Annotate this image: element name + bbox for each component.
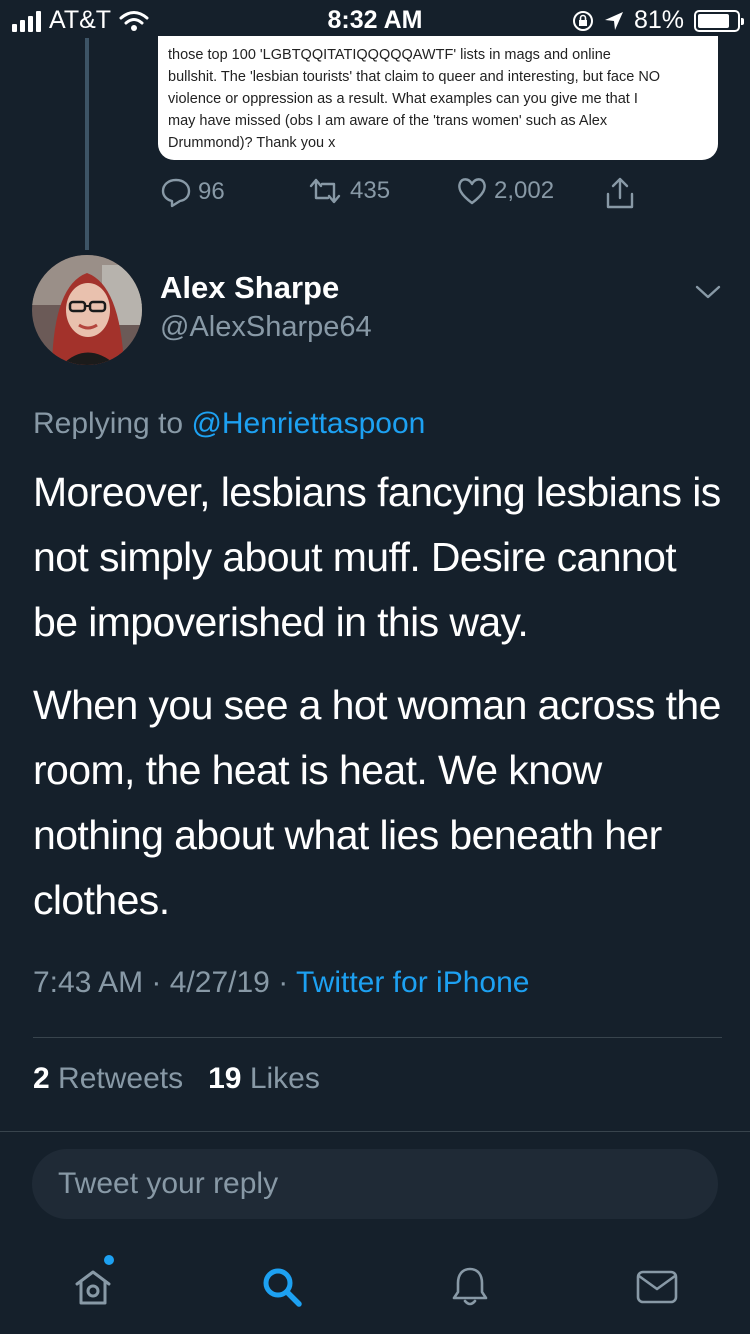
reply-box[interactable] xyxy=(32,1149,718,1219)
notifications-icon xyxy=(452,1267,488,1306)
reply-count: 96 xyxy=(198,178,225,205)
retweet-icon xyxy=(309,178,341,204)
tweet-date: 4/27/19 xyxy=(169,966,270,999)
battery-percent: 81% xyxy=(633,6,684,34)
retweet-label: Retweets xyxy=(58,1062,184,1095)
tweet-paragraph: Moreover, lesbians fancying lesbians is … xyxy=(33,469,721,645)
avatar[interactable] xyxy=(32,255,142,365)
tweet-body: Moreover, lesbians fancying lesbians is … xyxy=(33,460,723,933)
image-text-line: bullshit. The 'lesbian tourists' that cl… xyxy=(168,69,661,85)
heart-icon xyxy=(458,178,486,205)
orientation-lock-icon xyxy=(572,10,593,31)
share-icon xyxy=(606,177,634,209)
status-right: 81% xyxy=(572,6,744,35)
reply-action[interactable]: 96 xyxy=(160,176,225,208)
tab-home[interactable] xyxy=(63,1257,123,1317)
status-bar: AT&T 8:32 AM 81% xyxy=(0,0,750,40)
likes-stat[interactable]: 19 Likes xyxy=(208,1062,320,1095)
meta-separator: · xyxy=(278,966,289,999)
chevron-down-icon[interactable] xyxy=(694,282,722,302)
tweet-meta: 7:43 AM · 4/27/19 · Twitter for iPhone xyxy=(33,966,529,1000)
meta-separator: · xyxy=(151,966,162,999)
image-text-line: violence or oppression as a result. What… xyxy=(168,91,638,107)
image-text-line: may have missed (obs I am aware of the '… xyxy=(168,113,608,129)
replying-to: Replying to @Henriettaspoon xyxy=(33,407,425,441)
quoted-image[interactable]: those top 100 'LGBTQQITATIQQQQQAWTF' lis… xyxy=(158,36,718,160)
like-action[interactable]: 2,002 xyxy=(456,176,554,206)
battery-fill xyxy=(698,13,729,28)
thread-connector xyxy=(85,38,89,250)
tweet-time: 7:43 AM xyxy=(33,966,144,999)
messages-icon xyxy=(636,1270,678,1304)
tab-messages[interactable] xyxy=(627,1257,687,1317)
home-icon xyxy=(75,1270,111,1305)
retweets-stat[interactable]: 2 Retweets xyxy=(33,1062,183,1095)
retweet-count: 435 xyxy=(350,177,391,204)
retweet-total: 2 xyxy=(33,1062,50,1095)
image-text-line: Drummond)? Thank you x xyxy=(168,135,336,151)
image-text-line: those top 100 'LGBTQQITATIQQQQQAWTF' lis… xyxy=(168,47,611,63)
divider xyxy=(33,1037,722,1038)
tab-search[interactable] xyxy=(252,1257,312,1317)
location-icon xyxy=(604,11,623,30)
like-count: 2,002 xyxy=(494,177,555,204)
author-name[interactable]: Alex Sharpe xyxy=(160,270,339,306)
reply-input[interactable] xyxy=(32,1149,718,1219)
replying-prefix: Replying to xyxy=(33,407,184,440)
reply-icon xyxy=(161,178,191,208)
like-label: Likes xyxy=(249,1062,320,1095)
search-icon xyxy=(263,1268,302,1307)
author-handle[interactable]: @AlexSharpe64 xyxy=(160,311,372,344)
mention-link[interactable]: @Henriettaspoon xyxy=(191,407,425,440)
tab-notifications[interactable] xyxy=(440,1257,500,1317)
divider xyxy=(0,1131,750,1132)
share-action[interactable] xyxy=(604,176,636,210)
tweet-source-link[interactable]: Twitter for iPhone xyxy=(296,966,529,999)
engagement-stats: 2 Retweets 19 Likes xyxy=(33,1062,320,1096)
tweet-actions: 96 435 2,002 xyxy=(158,176,658,216)
retweet-action[interactable]: 435 xyxy=(306,176,390,206)
like-total: 19 xyxy=(208,1062,242,1095)
battery-icon xyxy=(694,9,744,32)
tweet-paragraph: When you see a hot woman across the room… xyxy=(33,682,721,923)
new-content-indicator xyxy=(104,1255,114,1265)
